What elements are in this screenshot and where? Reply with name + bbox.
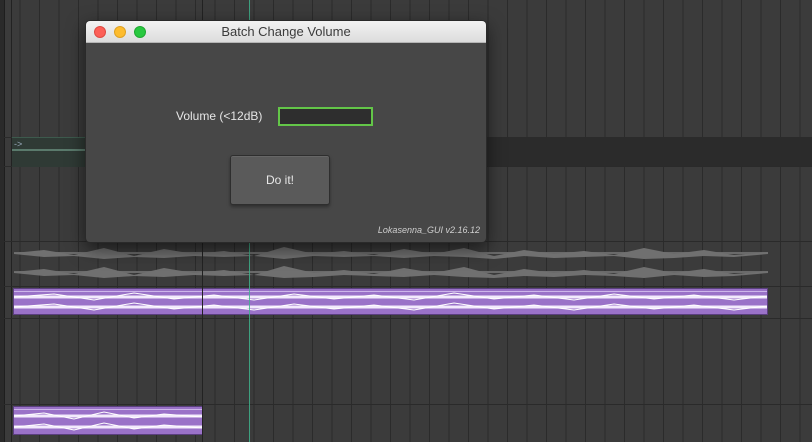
waveform <box>14 291 767 311</box>
waveform <box>14 247 768 278</box>
volume-input[interactable] <box>278 107 373 126</box>
media-item-teal[interactable]: -> <box>12 137 87 167</box>
do-it-button[interactable]: Do it! <box>230 155 330 205</box>
media-item-gray[interactable] <box>14 242 768 282</box>
version-label: Lokasenna_GUI v2.16.12 <box>377 225 480 235</box>
volume-label: Volume (<12dB) <box>176 109 263 123</box>
media-item-purple[interactable] <box>13 406 203 435</box>
track-lane-divider <box>0 404 812 405</box>
track-panel-edge <box>0 0 5 442</box>
dialog-title: Batch Change Volume <box>221 24 351 39</box>
media-item-label: -> <box>14 139 23 149</box>
track-panel-divider <box>11 0 12 442</box>
waveform <box>14 409 202 431</box>
batch-change-volume-dialog: Batch Change Volume Volume (<12dB) Do it… <box>85 20 487 243</box>
track-lane-divider <box>0 318 812 319</box>
waveform <box>12 149 87 151</box>
track-lane-divider <box>0 286 812 287</box>
dialog-titlebar[interactable]: Batch Change Volume <box>86 21 486 43</box>
media-item-purple[interactable] <box>13 288 768 315</box>
